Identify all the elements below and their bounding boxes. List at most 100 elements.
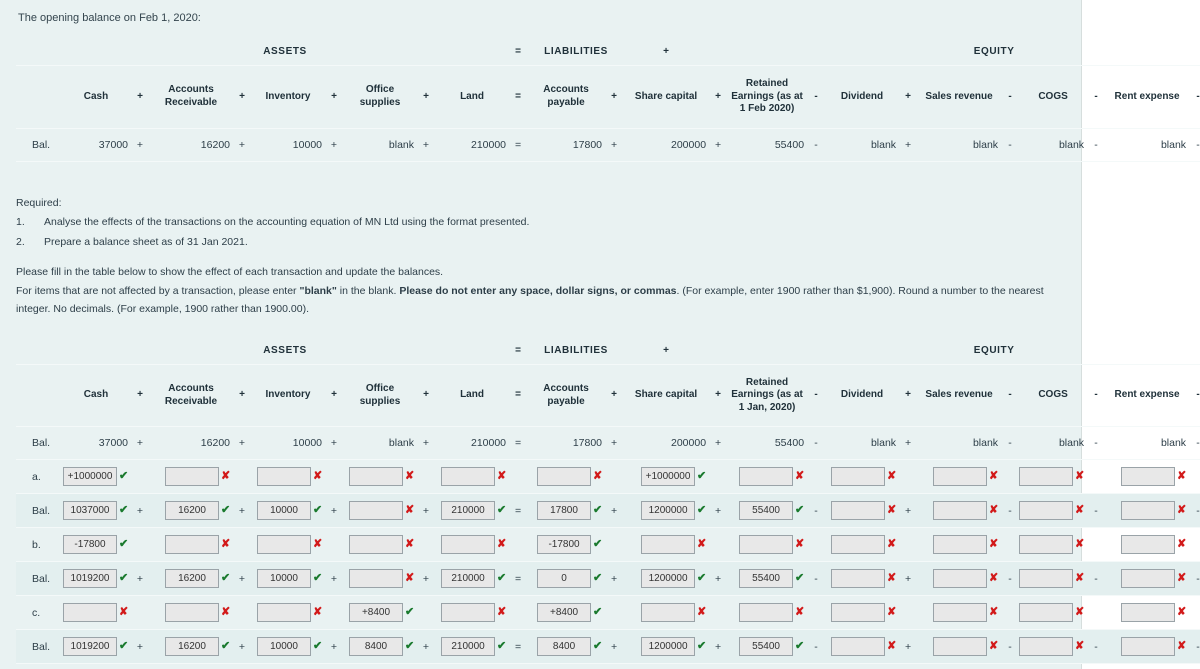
input-retained-earnings-row-3[interactable] xyxy=(739,569,794,589)
input-land-row-0[interactable] xyxy=(441,467,496,487)
input-retained-earnings-row-0[interactable] xyxy=(739,467,794,487)
cell-land[interactable]: ✘ xyxy=(436,459,509,494)
cell-accounts-payable[interactable]: ✘ xyxy=(528,663,605,669)
input-retained-earnings-row-1[interactable] xyxy=(739,501,794,521)
cell-sales-revenue[interactable]: ✘ xyxy=(918,629,1001,664)
input-inventory-row-3[interactable] xyxy=(257,569,311,589)
input-cogs-row-5[interactable] xyxy=(1019,637,1074,657)
cell-sales-revenue[interactable]: ✘ xyxy=(918,595,1001,630)
cell-dividend[interactable]: ✘ xyxy=(826,595,899,630)
input-cash-row-2[interactable] xyxy=(63,535,117,555)
input-land-row-2[interactable] xyxy=(441,535,496,555)
cell-accounts-payable[interactable]: ✔ xyxy=(528,595,605,630)
input-cogs-row-4[interactable] xyxy=(1019,603,1074,623)
input-accounts-payable-row-1[interactable] xyxy=(537,501,592,521)
cell-share-capital[interactable]: ✔ xyxy=(624,561,709,596)
cell-land[interactable]: ✔ xyxy=(436,561,509,596)
cell-accounts-payable[interactable]: ✔ xyxy=(528,527,605,562)
cell-office-supplies[interactable]: ✘ xyxy=(344,663,416,669)
input-cash-row-3[interactable] xyxy=(63,569,117,589)
worksheet-row[interactable]: Bal.✔+✔+✔+✔+✔=✔+✔+✔-✘+✘-✘-✘-✘ xyxy=(16,629,1200,664)
input-accounts-payable-row-0[interactable] xyxy=(537,467,592,487)
cell-office-supplies[interactable]: ✘ xyxy=(344,561,416,596)
cell-land[interactable]: ✘ xyxy=(436,595,509,630)
cell-rent-expense[interactable]: ✘ xyxy=(1106,459,1189,494)
worksheet-row[interactable]: Bal.✔+✔+✔+✘+✔=✔+✔+✔-✘+✘-✘-✘-✘ xyxy=(16,561,1200,596)
input-retained-earnings-row-2[interactable] xyxy=(739,535,794,555)
cell-sales-revenue[interactable]: ✘ xyxy=(918,493,1001,528)
cell-inventory[interactable]: ✘ xyxy=(252,663,324,669)
cell-rent-expense[interactable]: ✘ xyxy=(1106,527,1189,562)
cell-sales-revenue[interactable]: ✘ xyxy=(918,459,1001,494)
cell-rent-expense[interactable]: ✘ xyxy=(1106,561,1189,596)
cell-accounts-receivable[interactable]: ✔ xyxy=(150,561,232,596)
cell-accounts-payable[interactable]: ✘ xyxy=(528,459,605,494)
cell-rent-expense[interactable]: ✘ xyxy=(1106,595,1189,630)
input-share-capital-row-4[interactable] xyxy=(641,603,696,623)
cell-cogs[interactable]: ✘ xyxy=(1019,459,1087,494)
cell-cogs[interactable]: ✘ xyxy=(1019,527,1087,562)
input-rent-expense-row-3[interactable] xyxy=(1121,569,1176,589)
input-share-capital-row-1[interactable] xyxy=(641,501,696,521)
input-sales-revenue-row-2[interactable] xyxy=(933,535,988,555)
cell-accounts-payable[interactable]: ✔ xyxy=(528,493,605,528)
transaction-worksheet-table[interactable]: ASSETS = LIABILITIES + EQUITY Cash + Accou… xyxy=(16,336,1200,669)
input-sales-revenue-row-4[interactable] xyxy=(933,603,988,623)
worksheet-row[interactable]: a.✔✘✘✘✘✘✔✘✘✘✘✘✘ xyxy=(16,459,1200,494)
cell-cogs[interactable]: ✘ xyxy=(1020,663,1087,669)
input-land-row-4[interactable] xyxy=(441,603,496,623)
cell-share-capital[interactable]: ✘ xyxy=(624,527,709,562)
input-office-supplies-row-3[interactable] xyxy=(349,569,403,589)
transaction-rows[interactable]: a.✔✘✘✘✘✘✔✘✘✘✘✘✘Bal.✔+✔+✔+✘+✔=✔+✔+✔-✘+✘-✘… xyxy=(16,459,1200,669)
input-accounts-payable-row-5[interactable] xyxy=(537,637,592,657)
input-land-row-3[interactable] xyxy=(441,569,496,589)
cell-rent-expense[interactable]: ✘ xyxy=(1106,629,1189,664)
input-cash-row-0[interactable] xyxy=(63,467,117,487)
cell-land[interactable]: ✔ xyxy=(436,493,509,528)
input-land-row-1[interactable] xyxy=(441,501,496,521)
cell-office-supplies[interactable]: ✘ xyxy=(344,459,416,494)
input-land-row-5[interactable] xyxy=(441,637,496,657)
cell-accounts-receivable[interactable]: ✘ xyxy=(150,595,232,630)
cell-inventory[interactable]: ✘ xyxy=(252,527,324,562)
cell-share-capital[interactable]: ✔ xyxy=(624,459,709,494)
input-cash-row-1[interactable] xyxy=(63,501,117,521)
cell-accounts-receivable[interactable]: ✔ xyxy=(150,663,232,669)
cell-retained-earnings[interactable]: ✘ xyxy=(728,459,807,494)
cell-dividend[interactable]: ✘ xyxy=(826,527,899,562)
input-accounts-payable-row-3[interactable] xyxy=(537,569,592,589)
cell-retained-earnings[interactable]: ✔ xyxy=(728,561,807,596)
cell-cash[interactable]: ✘ xyxy=(62,595,130,630)
cell-dividend[interactable]: ✘ xyxy=(826,629,899,664)
cell-cogs[interactable]: ✘ xyxy=(1019,595,1087,630)
cell-cash[interactable]: ✔ xyxy=(62,561,130,596)
cell-retained-earnings[interactable]: ✔ xyxy=(728,493,807,528)
input-sales-revenue-row-1[interactable] xyxy=(933,501,988,521)
input-accounts-receivable-row-2[interactable] xyxy=(165,535,219,555)
input-inventory-row-4[interactable] xyxy=(257,603,311,623)
input-accounts-receivable-row-0[interactable] xyxy=(165,467,219,487)
cell-office-supplies[interactable]: ✘ xyxy=(344,493,416,528)
cell-cash[interactable]: ✔ xyxy=(62,629,130,664)
input-retained-earnings-row-4[interactable] xyxy=(739,603,794,623)
input-share-capital-row-5[interactable] xyxy=(641,637,696,657)
input-rent-expense-row-2[interactable] xyxy=(1121,535,1176,555)
cell-retained-earnings[interactable]: ✘ xyxy=(728,595,807,630)
cell-cogs[interactable]: ✘ xyxy=(1019,493,1087,528)
cell-cash[interactable]: ✔ xyxy=(62,663,130,669)
input-rent-expense-row-0[interactable] xyxy=(1121,467,1176,487)
input-rent-expense-row-1[interactable] xyxy=(1121,501,1176,521)
cell-land[interactable]: ✘ xyxy=(436,663,509,669)
cell-land[interactable]: ✘ xyxy=(436,527,509,562)
input-inventory-row-2[interactable] xyxy=(257,535,311,555)
input-office-supplies-row-2[interactable] xyxy=(349,535,403,555)
input-accounts-receivable-row-5[interactable] xyxy=(165,637,219,657)
input-cogs-row-2[interactable] xyxy=(1019,535,1074,555)
cell-accounts-receivable[interactable]: ✔ xyxy=(150,493,232,528)
cell-office-supplies[interactable]: ✘ xyxy=(344,527,416,562)
input-dividend-row-0[interactable] xyxy=(831,467,886,487)
cell-retained-earnings[interactable]: ✘ xyxy=(728,527,807,562)
input-dividend-row-4[interactable] xyxy=(831,603,886,623)
cell-accounts-receivable[interactable]: ✔ xyxy=(150,629,232,664)
cell-accounts-receivable[interactable]: ✘ xyxy=(150,527,232,562)
